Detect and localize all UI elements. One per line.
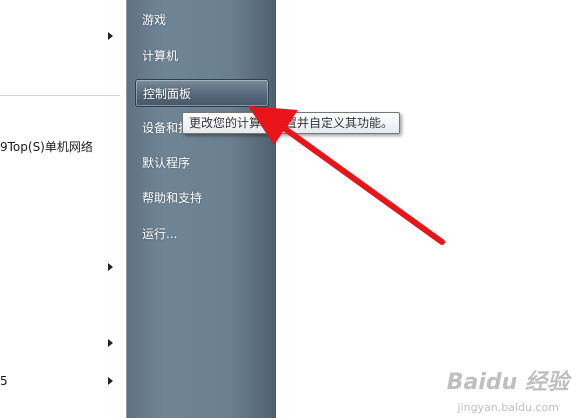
control-panel-tooltip: 更改您的计算机设置并自定义其功能。 xyxy=(182,112,400,134)
menu-item-help-support[interactable]: 帮助和支持 xyxy=(135,184,269,212)
program-item[interactable]: 9Top(S)单机网络 xyxy=(0,138,93,155)
menu-item-games[interactable]: 游戏 xyxy=(135,6,269,34)
chevron-right-icon[interactable] xyxy=(108,339,113,347)
chevron-right-icon[interactable] xyxy=(108,263,113,271)
baidu-watermark-url: jingyan.baidu.com xyxy=(457,401,559,414)
baidu-watermark: Baidu 经验 xyxy=(446,370,569,395)
separator xyxy=(0,95,120,96)
menu-item-default-programs[interactable]: 默认程序 xyxy=(135,149,269,177)
start-menu-right-column: 游戏 计算机 控制面板 设备和打印机 默认程序 帮助和支持 运行... xyxy=(126,0,276,418)
program-item[interactable]: 5 xyxy=(0,374,8,388)
programs-pane: 9Top(S)单机网络 5 xyxy=(0,0,126,418)
desktop-area xyxy=(276,0,585,418)
chevron-right-icon[interactable] xyxy=(108,32,113,40)
menu-item-computer[interactable]: 计算机 xyxy=(135,42,269,70)
chevron-right-icon[interactable] xyxy=(108,377,113,385)
menu-item-control-panel[interactable]: 控制面板 xyxy=(135,79,269,107)
menu-item-run[interactable]: 运行... xyxy=(135,220,269,248)
